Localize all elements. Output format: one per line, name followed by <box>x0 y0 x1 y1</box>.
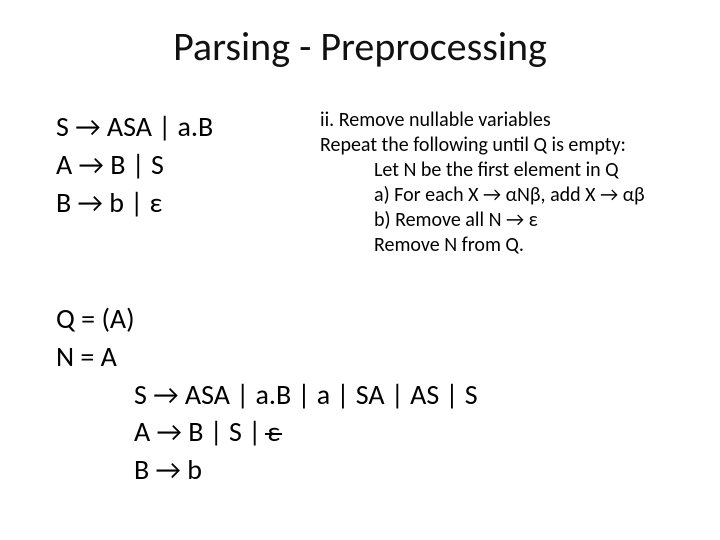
trace-q: Q = (A) <box>56 300 676 338</box>
algorithm-step-a: a) For each X → αNβ, add X → αβ <box>320 183 680 208</box>
page-title: Parsing - Preprocessing <box>0 22 720 71</box>
algorithm-step-b: b) Remove all N → ε <box>320 208 680 233</box>
result-rule-b: B → b <box>56 451 676 489</box>
result-rule-a: A → B | S | ε <box>56 413 676 451</box>
trace-block: Q = (A) N = A S → ASA | a.B | a | SA | A… <box>56 300 676 489</box>
grammar-initial: S → ASA | a.B A → B | S B → b | ε <box>56 108 316 221</box>
slide: Parsing - Preprocessing S → ASA | a.B A … <box>0 0 720 540</box>
trace-n: N = A <box>56 338 676 376</box>
grammar-rule-b: B → b | ε <box>56 184 316 222</box>
result-rule-a-struck-epsilon: ε <box>267 413 280 451</box>
algorithm-repeat: Repeat the following until Q is empty: <box>320 133 680 158</box>
result-rule-s: S → ASA | a.B | a | SA | AS | S <box>56 376 676 414</box>
result-rule-a-prefix: A → B | S | <box>134 414 267 449</box>
grammar-rule-a: A → B | S <box>56 146 316 184</box>
algorithm-box: ii. Remove nullable variables Repeat the… <box>320 108 680 258</box>
algorithm-step-remove: Remove N from Q. <box>320 233 680 258</box>
algorithm-heading: ii. Remove nullable variables <box>320 108 680 133</box>
algorithm-step-let: Let N be the first element in Q <box>320 158 680 183</box>
grammar-rule-s: S → ASA | a.B <box>56 108 316 146</box>
